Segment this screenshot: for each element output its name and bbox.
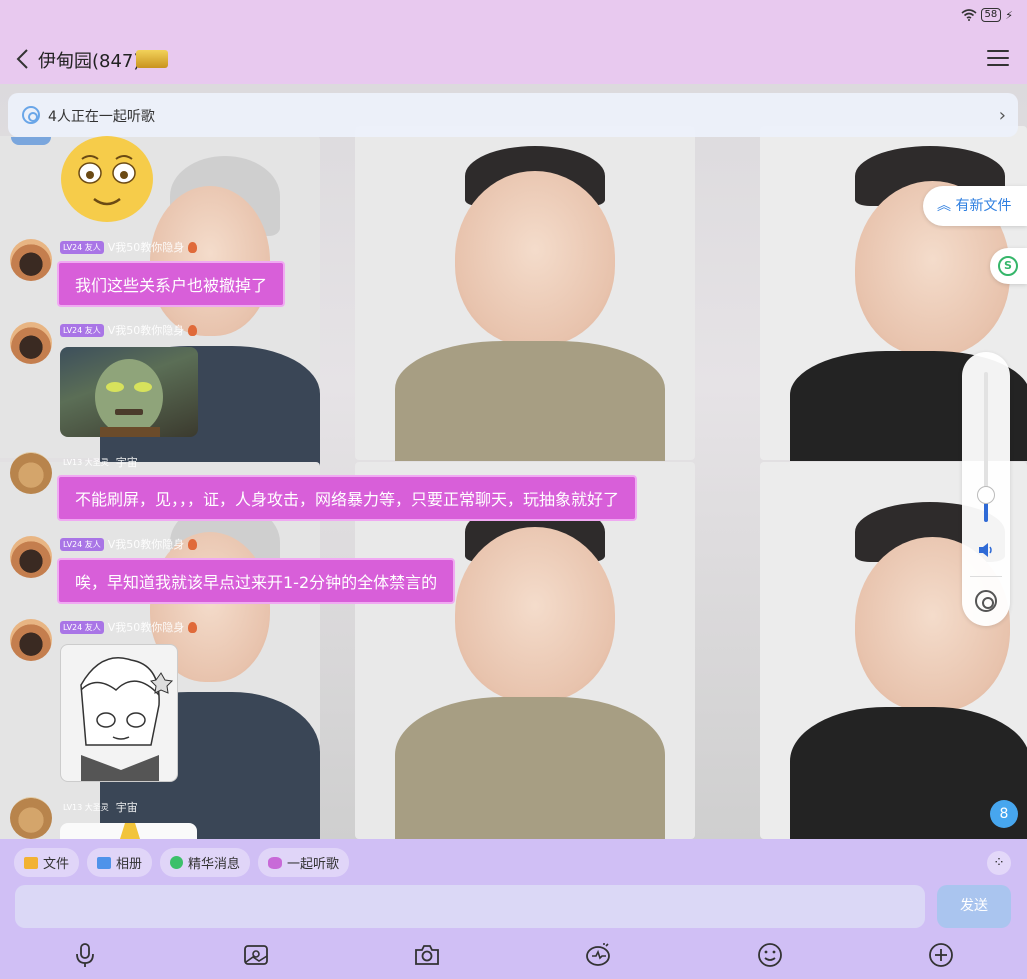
sender-meta: LV24 友人 V我50教你隐身 — [60, 619, 198, 635]
level-badge: LV24 友人 — [60, 323, 104, 337]
camera-icon[interactable] — [413, 941, 441, 969]
chip-label: 相册 — [116, 857, 143, 872]
avatar[interactable] — [10, 619, 52, 661]
chip-listen[interactable]: 一起听歌 — [258, 848, 350, 877]
quick-actions: 文件 相册 精华消息 一起听歌 — [14, 848, 350, 877]
listen-together-text: 4人正在一起听歌 — [48, 109, 155, 125]
apps-grid-icon[interactable]: ⁘ — [987, 851, 1011, 875]
level-badge: LV24 友人 — [60, 537, 104, 551]
level-badge: LV13 大圣灵 — [63, 802, 109, 812]
emoji-sticker[interactable] — [60, 135, 154, 223]
avatar[interactable] — [10, 452, 52, 494]
group-title: 伊甸园(847) — [38, 51, 141, 72]
unread-count-badge[interactable]: 8 — [990, 800, 1018, 828]
input-panel: 文件 相册 精华消息 一起听歌 ⁘ 发送 — [0, 839, 1027, 979]
image-icon — [97, 856, 112, 869]
avatar[interactable] — [10, 322, 52, 364]
volume-panel — [962, 352, 1010, 626]
listen-together-bar[interactable]: 4人正在一起听歌 › — [8, 93, 1018, 137]
send-button[interactable]: 发送 — [937, 885, 1011, 928]
wifi-icon — [961, 9, 977, 21]
chip-label: 文件 — [43, 857, 70, 872]
volume-divider — [970, 576, 1002, 577]
sender-meta: LV24 友人 V我50教你隐身 — [60, 322, 198, 338]
level-badge: LV13 大圣灵 — [63, 457, 109, 467]
new-file-label: 有新文件 — [955, 198, 1012, 214]
charging-icon: ⚡ — [1005, 8, 1013, 22]
essence-icon — [170, 856, 184, 869]
image-message[interactable] — [60, 823, 197, 839]
message-input[interactable] — [15, 885, 925, 928]
battery-indicator: 58 — [980, 8, 1002, 22]
group-badge — [136, 50, 168, 68]
title-bar: 伊甸园(847) — [0, 34, 1027, 84]
flame-icon — [188, 621, 198, 633]
earbuds-icon — [268, 856, 283, 869]
microphone-icon[interactable] — [71, 941, 99, 969]
level-badge: LV24 友人 — [60, 240, 104, 254]
image-message[interactable] — [60, 347, 198, 437]
message-bubble[interactable]: 唉，早知道我就该早点过来开1-2分钟的全体禁言的 — [57, 558, 456, 604]
status-indicators: 58 ⚡ — [961, 8, 1013, 22]
volume-slider-thumb[interactable] — [977, 486, 995, 504]
avatar[interactable] — [10, 536, 52, 578]
message-bubble[interactable]: 我们这些关系户也被撤掉了 — [57, 261, 286, 307]
sender-name[interactable]: V我50教你隐身 — [108, 536, 185, 552]
sender-name[interactable]: 宇宙 — [116, 454, 138, 470]
green-circle-button[interactable]: S — [990, 248, 1027, 284]
emoji-icon[interactable] — [756, 941, 784, 969]
image-message[interactable] — [60, 644, 178, 782]
red-packet-icon[interactable] — [584, 941, 612, 969]
sender-name[interactable]: V我50教你隐身 — [108, 239, 185, 255]
image-icon[interactable] — [242, 941, 270, 969]
chip-album[interactable]: 相册 — [87, 848, 153, 877]
menu-icon[interactable] — [987, 50, 1009, 68]
leaf-icon: S — [998, 256, 1018, 276]
sender-meta: LV13 大圣灵 宇宙 — [60, 455, 138, 469]
avatar[interactable] — [10, 797, 52, 839]
music-disc-icon — [22, 106, 40, 124]
input-toolbar — [0, 937, 1027, 973]
double-chevron-up-icon: ︽ — [937, 198, 951, 214]
new-file-button[interactable]: ︽ 有新文件 — [923, 186, 1027, 226]
wallpaper-portrait — [355, 126, 695, 461]
chip-file[interactable]: 文件 — [14, 848, 80, 877]
sender-meta: LV24 友人 V我50教你隐身 — [60, 536, 198, 552]
chip-label: 精华消息 — [188, 857, 241, 872]
folder-icon — [24, 856, 38, 869]
message-bubble[interactable]: 不能刷屏，见，，，证，人身攻击，网络暴力等，只要正常聊天，玩抽象就好了 — [57, 475, 638, 521]
sender-name[interactable]: V我50教你隐身 — [108, 619, 185, 635]
flame-icon — [188, 324, 198, 336]
gear-icon[interactable] — [975, 590, 997, 612]
status-bar: 58 ⚡ — [0, 0, 1027, 34]
chip-label: 一起听歌 — [287, 857, 340, 872]
plus-circle-icon[interactable] — [927, 941, 955, 969]
flame-icon — [188, 241, 198, 253]
avatar[interactable] — [11, 137, 51, 145]
speaker-icon[interactable] — [977, 542, 995, 558]
sender-meta: LV13 大圣灵 宇宙 — [60, 800, 138, 814]
sender-name[interactable]: 宇宙 — [116, 799, 138, 815]
sender-name[interactable]: V我50教你隐身 — [108, 322, 185, 338]
level-badge: LV24 友人 — [60, 620, 104, 634]
sender-meta: LV24 友人 V我50教你隐身 — [60, 239, 198, 255]
flame-icon — [188, 538, 198, 550]
back-arrow-icon[interactable] — [12, 46, 36, 72]
chip-essence[interactable]: 精华消息 — [160, 848, 251, 877]
chevron-right-icon: › — [998, 105, 1006, 126]
avatar[interactable] — [10, 239, 52, 281]
